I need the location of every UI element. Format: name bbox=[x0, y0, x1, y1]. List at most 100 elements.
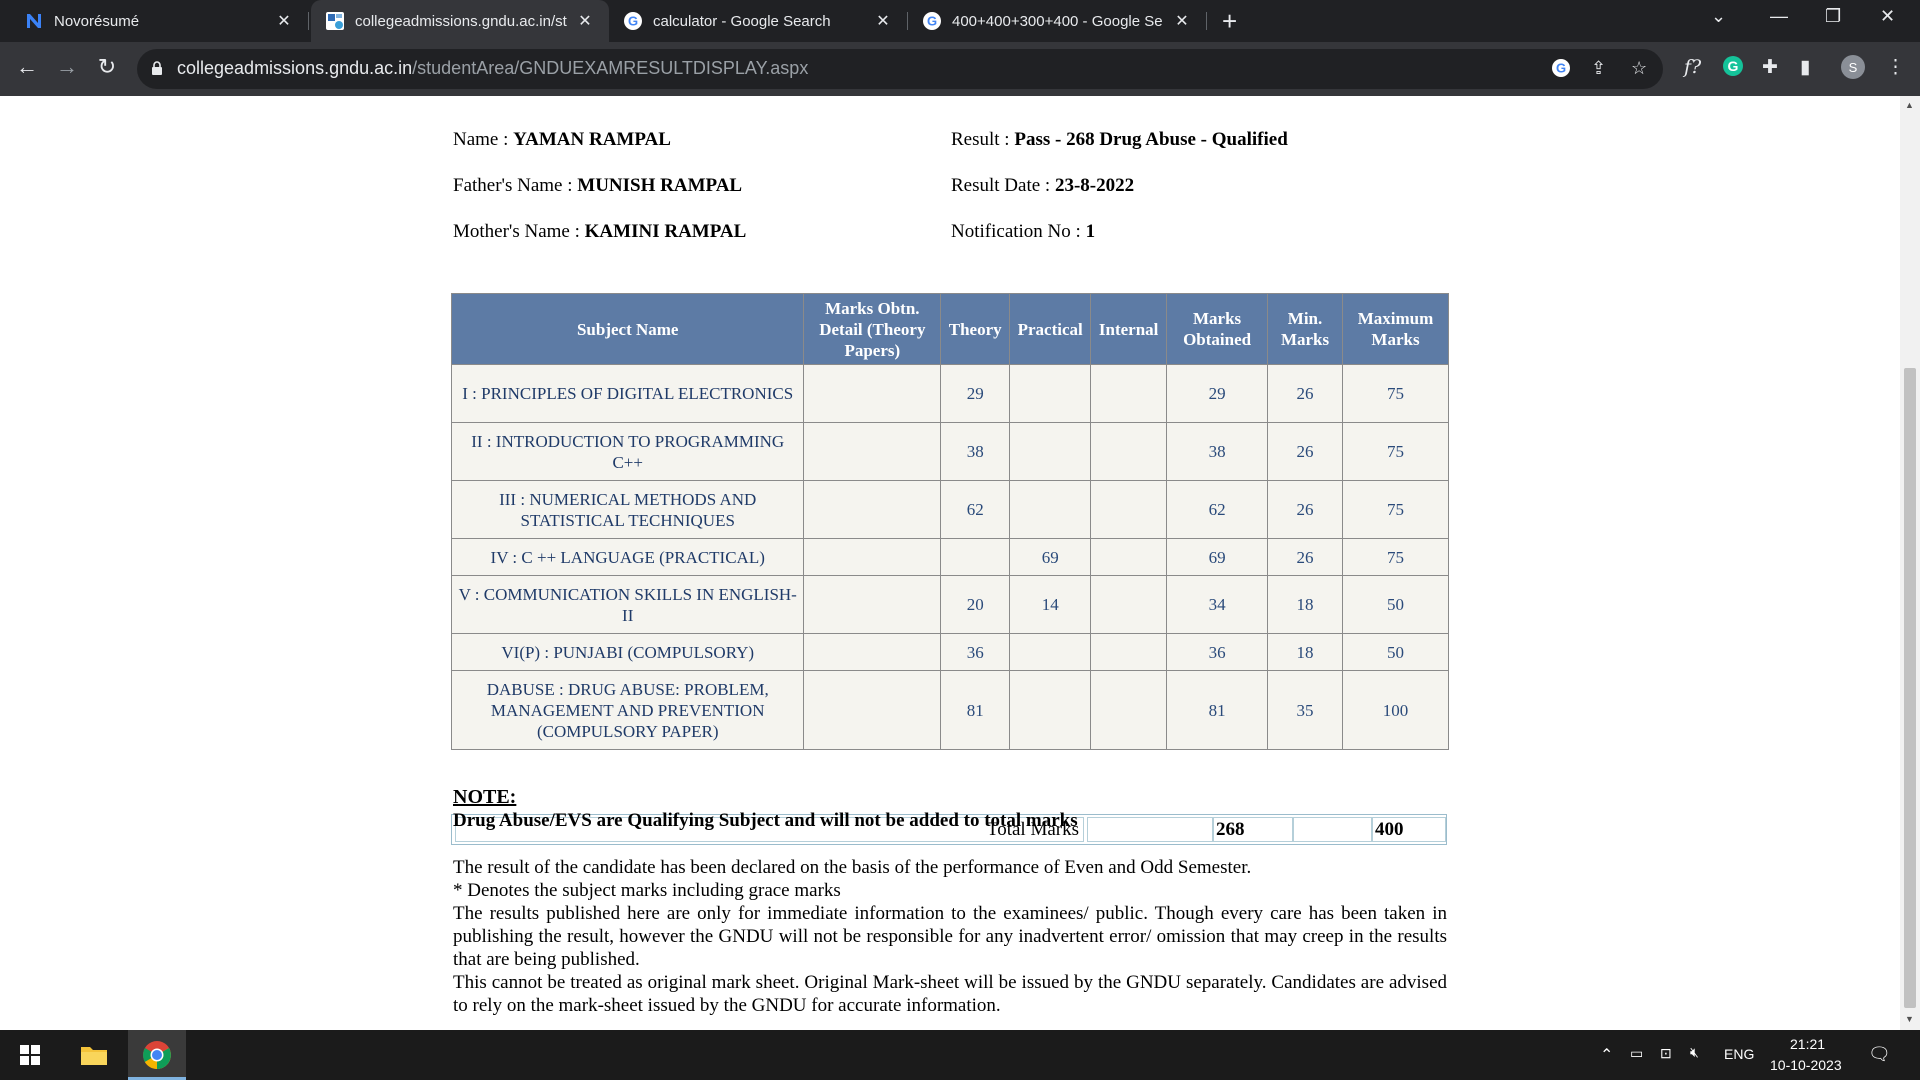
note-paragraph: The result of the candidate has been dec… bbox=[453, 857, 1252, 878]
scroll-up-icon[interactable]: ▲ bbox=[1905, 100, 1914, 110]
google-lens-icon[interactable]: G bbox=[1551, 58, 1571, 83]
file-explorer-icon[interactable] bbox=[80, 1043, 108, 1072]
chrome-taskbar-button[interactable] bbox=[128, 1030, 186, 1080]
close-icon[interactable]: ✕ bbox=[575, 11, 595, 31]
internal-cell bbox=[1090, 364, 1168, 423]
window-close-icon[interactable]: ✕ bbox=[1880, 6, 1895, 27]
min-cell: 26 bbox=[1267, 538, 1343, 576]
note-paragraph: This cannot be treated as original mark … bbox=[453, 972, 1447, 1016]
header-detail: Marks Obtn. Detail (Theory Papers) bbox=[803, 293, 942, 365]
address-bar[interactable]: collegeadmissions.gndu.ac.in/studentArea… bbox=[137, 49, 1663, 89]
result-label: Result : bbox=[951, 129, 1015, 150]
scroll-down-icon[interactable]: ▼ bbox=[1905, 1014, 1914, 1024]
close-icon[interactable]: ✕ bbox=[1172, 11, 1192, 31]
mother-name: Mother's Name : KAMINI RAMPAL bbox=[453, 221, 746, 243]
detail-cell bbox=[803, 480, 942, 539]
table-row: IV : C ++ LANGUAGE (PRACTICAL) 69 69 26 … bbox=[450, 538, 1449, 576]
obtained-cell: 34 bbox=[1166, 575, 1269, 634]
battery-icon[interactable]: ▭ bbox=[1630, 1045, 1643, 1062]
scrollbar-thumb[interactable] bbox=[1904, 368, 1916, 1008]
student-name: Name : YAMAN RAMPAL bbox=[453, 129, 671, 151]
practical-cell: 14 bbox=[1009, 575, 1092, 634]
practical-cell bbox=[1009, 364, 1092, 423]
windows-start-icon[interactable] bbox=[20, 1045, 40, 1070]
profile-avatar[interactable]: S bbox=[1840, 54, 1866, 86]
notif-label: Notification No : bbox=[951, 221, 1086, 242]
close-icon[interactable]: ✕ bbox=[873, 11, 893, 31]
note-paragraph: The results published here are only for … bbox=[453, 903, 1447, 970]
mother-label: Mother's Name : bbox=[453, 221, 585, 242]
bookmark-star-icon[interactable]: ☆ bbox=[1631, 58, 1647, 79]
new-tab-button[interactable]: + bbox=[1222, 6, 1237, 36]
mother-value: KAMINI RAMPAL bbox=[584, 221, 747, 242]
detail-cell bbox=[803, 364, 942, 423]
table-row: V : COMMUNICATION SKILLS IN ENGLISH-II 2… bbox=[450, 575, 1449, 634]
notifications-icon[interactable]: 🗨︎ bbox=[1868, 1044, 1891, 1065]
formula-extension-icon[interactable]: f? bbox=[1684, 56, 1701, 78]
network-icon[interactable]: ⊡ bbox=[1660, 1045, 1672, 1062]
max-cell: 75 bbox=[1342, 364, 1449, 423]
volume-muted-icon[interactable]: 🔇︎ bbox=[1690, 1044, 1699, 1061]
father-label: Father's Name : bbox=[453, 175, 578, 196]
close-icon[interactable]: ✕ bbox=[274, 11, 294, 31]
min-cell: 26 bbox=[1267, 364, 1343, 423]
lock-icon[interactable] bbox=[151, 61, 163, 81]
tray-chevron-icon[interactable]: ⌃ bbox=[1600, 1045, 1613, 1065]
share-icon[interactable]: ⇪ bbox=[1591, 58, 1606, 79]
marks-table: Subject Name Marks Obtn. Detail (Theory … bbox=[450, 293, 1449, 750]
url-path: /studentArea/GNDUEXAMRESULTDISPLAY.aspx bbox=[412, 58, 809, 78]
table-header-row: Subject Name Marks Obtn. Detail (Theory … bbox=[450, 293, 1449, 365]
total-blank-cell bbox=[1087, 817, 1213, 842]
tab-search-icon[interactable]: ⌄ bbox=[1711, 6, 1726, 27]
browser-toolbar: ← → ↻ collegeadmissions.gndu.ac.in/stude… bbox=[0, 42, 1920, 96]
header-internal: Internal bbox=[1090, 293, 1168, 365]
max-cell: 75 bbox=[1342, 480, 1449, 539]
name-value: YAMAN RAMPAL bbox=[513, 129, 671, 150]
language-indicator[interactable]: ENG bbox=[1724, 1046, 1754, 1062]
chrome-icon bbox=[142, 1040, 172, 1075]
extensions-puzzle-icon[interactable]: ✚ bbox=[1762, 56, 1778, 79]
page-scrollbar[interactable]: ▲ ▼ bbox=[1900, 96, 1920, 1030]
table-row: II : INTRODUCTION TO PROGRAMMING C++ 38 … bbox=[450, 422, 1449, 481]
note-heading: NOTE: bbox=[453, 786, 517, 808]
grammarly-icon[interactable]: G bbox=[1722, 55, 1744, 83]
tab-strip: Novorésumé ✕ collegeadmissions.gndu.ac.i… bbox=[0, 0, 1920, 42]
tab-calculator[interactable]: G calculator - Google Search ✕ bbox=[609, 0, 907, 42]
min-cell: 18 bbox=[1267, 633, 1343, 671]
side-panel-icon[interactable]: ▮ bbox=[1800, 56, 1810, 79]
header-subject: Subject Name bbox=[450, 293, 805, 365]
clock-date[interactable]: 10-10-2023 bbox=[1770, 1057, 1842, 1073]
tab-novoresume[interactable]: Novorésumé ✕ bbox=[8, 0, 308, 42]
theory-cell bbox=[940, 538, 1011, 576]
min-cell: 26 bbox=[1267, 422, 1343, 481]
tab-title: calculator - Google Search bbox=[653, 12, 831, 30]
kebab-menu-icon[interactable]: ⋮ bbox=[1886, 56, 1905, 79]
tab-title: 400+400+300+400 - Google Se bbox=[952, 12, 1163, 30]
reload-icon[interactable]: ↻ bbox=[92, 54, 122, 80]
clock-time[interactable]: 21:21 bbox=[1790, 1036, 1825, 1052]
url-text[interactable]: collegeadmissions.gndu.ac.in/studentArea… bbox=[177, 58, 808, 79]
obtained-cell: 81 bbox=[1166, 670, 1269, 750]
result: Result : Pass - 268 Drug Abuse - Qualifi… bbox=[951, 129, 1288, 151]
header-practical: Practical bbox=[1009, 293, 1092, 365]
internal-cell bbox=[1090, 480, 1168, 539]
min-cell: 18 bbox=[1267, 575, 1343, 634]
practical-cell bbox=[1009, 422, 1092, 481]
max-cell: 75 bbox=[1342, 538, 1449, 576]
back-icon[interactable]: ← bbox=[12, 54, 42, 80]
restore-icon[interactable]: ❐ bbox=[1825, 6, 1841, 27]
practical-cell: 69 bbox=[1009, 538, 1092, 576]
subject-cell: IV : C ++ LANGUAGE (PRACTICAL) bbox=[450, 538, 805, 576]
minimize-icon[interactable]: — bbox=[1770, 6, 1788, 27]
detail-cell bbox=[803, 538, 942, 576]
detail-cell bbox=[803, 422, 942, 481]
result-value: Pass - 268 Drug Abuse - Qualified bbox=[1014, 129, 1288, 150]
svg-text:G: G bbox=[1728, 58, 1739, 74]
tab-gndu[interactable]: collegeadmissions.gndu.ac.in/st ✕ bbox=[311, 0, 609, 42]
total-blank-cell bbox=[1293, 817, 1372, 842]
tab-separator bbox=[308, 12, 309, 30]
obtained-cell: 29 bbox=[1166, 364, 1269, 423]
tab-google-sum[interactable]: G 400+400+300+400 - Google Se ✕ bbox=[908, 0, 1206, 42]
forward-icon[interactable]: → bbox=[52, 54, 82, 80]
date-value: 23-8-2022 bbox=[1054, 175, 1135, 196]
